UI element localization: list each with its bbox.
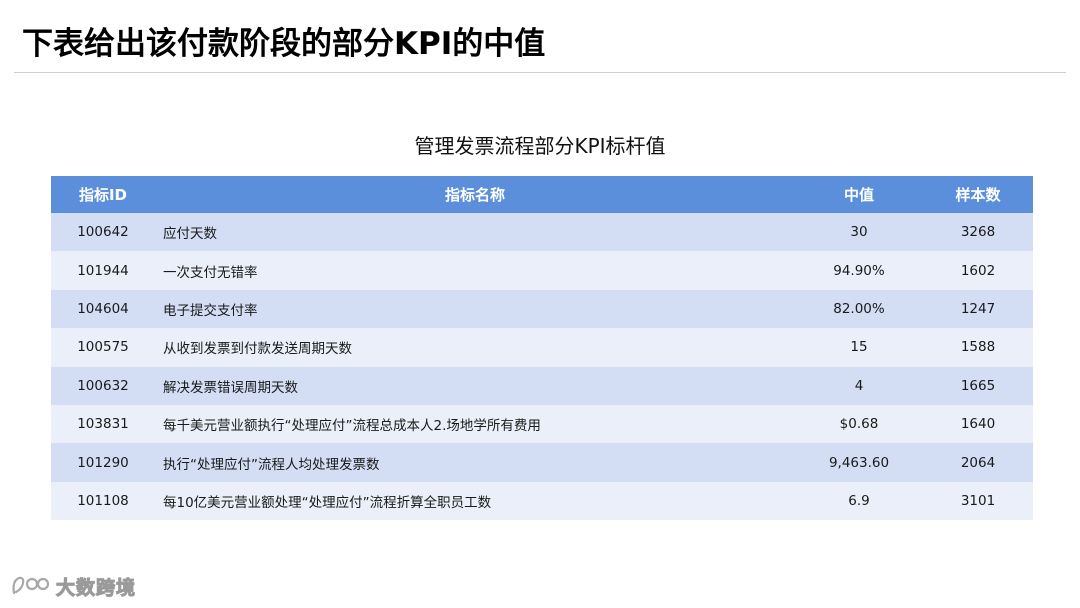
header-name: 指标名称 xyxy=(155,176,795,213)
cell-id: 101290 xyxy=(51,443,155,482)
cell-count: 1247 xyxy=(923,289,1033,329)
cell-id: 100642 xyxy=(51,213,155,252)
title-divider xyxy=(14,72,1066,73)
cell-median: $0.68 xyxy=(795,404,923,444)
cell-name: 从收到发票到付款发送周期天数 xyxy=(155,328,795,367)
cell-name: 电子提交支付率 xyxy=(155,289,795,329)
page-title: 下表给出该付款阶段的部分KPI的中值 xyxy=(22,26,546,62)
cell-median: 4 xyxy=(795,366,923,405)
cell-count: 1588 xyxy=(923,328,1033,367)
table-header-row: 指标ID 指标名称 中值 样本数 xyxy=(51,176,1033,213)
header-median: 中值 xyxy=(795,176,923,213)
cell-count: 1602 xyxy=(923,251,1033,290)
header-id: 指标ID xyxy=(51,176,155,213)
table-row: 101290 执行“处理应付”流程人均处理发票数 9,463.60 2064 xyxy=(51,443,1033,482)
table-row: 100632 解决发票错误周期天数 4 1665 xyxy=(51,366,1033,405)
cell-name: 解决发票错误周期天数 xyxy=(155,366,795,405)
cell-id: 104604 xyxy=(51,289,155,329)
cell-median: 6.9 xyxy=(795,481,923,521)
cell-name: 应付天数 xyxy=(155,213,795,252)
cell-median: 30 xyxy=(795,213,923,252)
cell-id: 100632 xyxy=(51,366,155,405)
cell-id: 100575 xyxy=(51,328,155,367)
table-row: 100575 从收到发票到付款发送周期天数 15 1588 xyxy=(51,328,1033,367)
cell-count: 2064 xyxy=(923,443,1033,482)
cell-count: 3268 xyxy=(923,213,1033,252)
table-row: 100642 应付天数 30 3268 xyxy=(51,213,1033,252)
cell-name: 执行“处理应付”流程人均处理发票数 xyxy=(155,443,795,482)
watermark: 大数跨境 xyxy=(10,572,136,600)
cell-median: 82.00% xyxy=(795,289,923,329)
table-row: 103831 每千美元营业额执行“处理应付”流程总成本人2.场地学所有费用 $0… xyxy=(51,404,1033,444)
table-row: 101108 每10亿美元营业额处理“处理应付”流程折算全职员工数 6.9 31… xyxy=(51,481,1033,521)
cell-name: 每千美元营业额执行“处理应付”流程总成本人2.场地学所有费用 xyxy=(155,404,795,444)
table-caption: 管理发票流程部分KPI标杆值 xyxy=(414,134,666,158)
cell-id: 101944 xyxy=(51,251,155,290)
cell-id: 101108 xyxy=(51,481,155,521)
cell-median: 9,463.60 xyxy=(795,443,923,482)
cell-name: 一次支付无错率 xyxy=(155,251,795,290)
cell-median: 15 xyxy=(795,328,923,367)
cell-name: 每10亿美元营业额处理“处理应付”流程折算全职员工数 xyxy=(155,481,795,521)
kpi-table: 指标ID 指标名称 中值 样本数 100642 应付天数 30 3268 101… xyxy=(51,176,1033,521)
cell-count: 3101 xyxy=(923,481,1033,521)
cell-id: 103831 xyxy=(51,404,155,444)
brand-logo-icon xyxy=(10,573,50,599)
cell-count: 1640 xyxy=(923,404,1033,444)
table-row: 104604 电子提交支付率 82.00% 1247 xyxy=(51,289,1033,329)
table-row: 101944 一次支付无错率 94.90% 1602 xyxy=(51,251,1033,290)
watermark-text: 大数跨境 xyxy=(55,576,137,599)
cell-median: 94.90% xyxy=(795,251,923,290)
header-count: 样本数 xyxy=(923,176,1033,213)
cell-count: 1665 xyxy=(923,366,1033,405)
